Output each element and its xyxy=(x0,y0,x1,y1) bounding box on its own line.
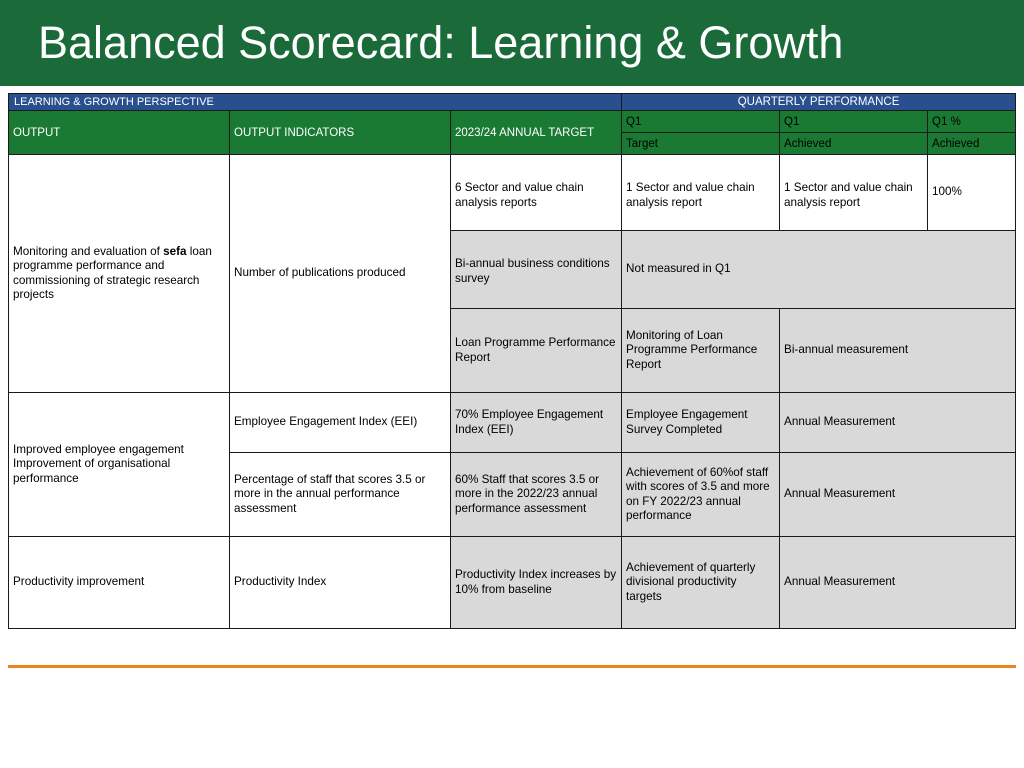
cell-output-group-2: Improved employee engagement Improvement… xyxy=(8,392,230,537)
table-row: Monitoring and evaluation of sefa loan p… xyxy=(8,154,1017,393)
table-header-row-1: OUTPUT OUTPUT INDICATORS 2023/24 ANNUAL … xyxy=(8,110,1017,155)
col-header-q1-achieved-top: Q1 xyxy=(779,110,929,133)
cell-indicator: Productivity Index xyxy=(229,536,451,629)
col-header-q1-target-top: Q1 xyxy=(621,110,781,133)
page-title: Balanced Scorecard: Learning & Growth xyxy=(38,17,844,68)
cell-indicator: Percentage of staff that scores 3.5 or m… xyxy=(229,452,451,537)
col-header-q1-target-sub: Target xyxy=(621,132,781,155)
cell-annual-target: Bi-annual business conditions survey xyxy=(449,230,623,309)
output-text-bold: sefa xyxy=(163,244,187,258)
scorecard-table-wrapper: LEARNING & GROWTH PERSPECTIVE QUARTERLY … xyxy=(7,93,1017,629)
col-header-q1-pct-top: Q1 % xyxy=(927,110,1017,133)
cell-annual-target: 70% Employee Engagement Index (EEI) xyxy=(449,392,623,453)
table-header-strip: LEARNING & GROWTH PERSPECTIVE QUARTERLY … xyxy=(7,93,1017,111)
cell-q1-achieved-merged: Annual Measurement xyxy=(779,392,1017,453)
cell-annual-target: Productivity Index increases by 10% from… xyxy=(449,536,623,629)
cell-q1-achieved: 1 Sector and value chain analysis report xyxy=(779,154,929,231)
cell-annual-target: 60% Staff that scores 3.5 or more in the… xyxy=(449,452,623,537)
col-header-output: OUTPUT xyxy=(8,110,230,155)
title-banner: Balanced Scorecard: Learning & Growth xyxy=(0,0,1024,86)
col-header-annual-target: 2023/24 ANNUAL TARGET xyxy=(449,110,623,155)
cell-q1-pct: 100% xyxy=(927,154,1017,231)
col-header-q1-pct-sub: Achieved xyxy=(927,132,1017,155)
cell-annual-target: Loan Programme Performance Report xyxy=(449,308,623,393)
slide: Balanced Scorecard: Learning & Growth LE… xyxy=(0,0,1024,768)
cell-q1-target: 1 Sector and value chain analysis report xyxy=(621,154,781,231)
output-text-prefix: Monitoring and evaluation of xyxy=(13,244,164,258)
col-header-q1-achieved-sub: Achieved xyxy=(779,132,929,155)
scorecard-table: LEARNING & GROWTH PERSPECTIVE QUARTERLY … xyxy=(7,93,1017,629)
cell-indicator: Employee Engagement Index (EEI) xyxy=(229,392,451,453)
cell-q1-target: Achievement of 60%of staff with scores o… xyxy=(621,452,781,537)
cell-q1-target: Achievement of quarterly divisional prod… xyxy=(621,536,781,629)
cell-q1-target: Monitoring of Loan Programme Performance… xyxy=(621,308,781,393)
cell-q1-achieved-merged: Bi-annual measurement xyxy=(779,308,1017,393)
cell-q1-achieved-merged: Annual Measurement xyxy=(779,536,1017,629)
orange-divider xyxy=(8,665,1016,668)
cell-annual-target: 6 Sector and value chain analysis report… xyxy=(449,154,623,231)
cell-q1-achieved-merged: Annual Measurement xyxy=(779,452,1017,537)
footer: small business development Department: S… xyxy=(0,670,1024,768)
cell-output-group-3: Productivity improvement xyxy=(8,536,230,629)
table-row: Productivity improvement Productivity In… xyxy=(8,536,1017,629)
cell-indicator-group-1: Number of publications produced xyxy=(229,154,451,393)
cell-output-group-1: Monitoring and evaluation of sefa loan p… xyxy=(8,154,230,393)
col-header-output-indicators: OUTPUT INDICATORS xyxy=(229,110,451,155)
cell-not-measured-merged: Not measured in Q1 xyxy=(621,230,1017,309)
perspective-label: LEARNING & GROWTH PERSPECTIVE xyxy=(7,93,623,111)
quarterly-performance-label: QUARTERLY PERFORMANCE xyxy=(621,93,1017,111)
cell-q1-target: Employee Engagement Survey Completed xyxy=(621,392,781,453)
table-row: Improved employee engagement Improvement… xyxy=(8,392,1017,537)
